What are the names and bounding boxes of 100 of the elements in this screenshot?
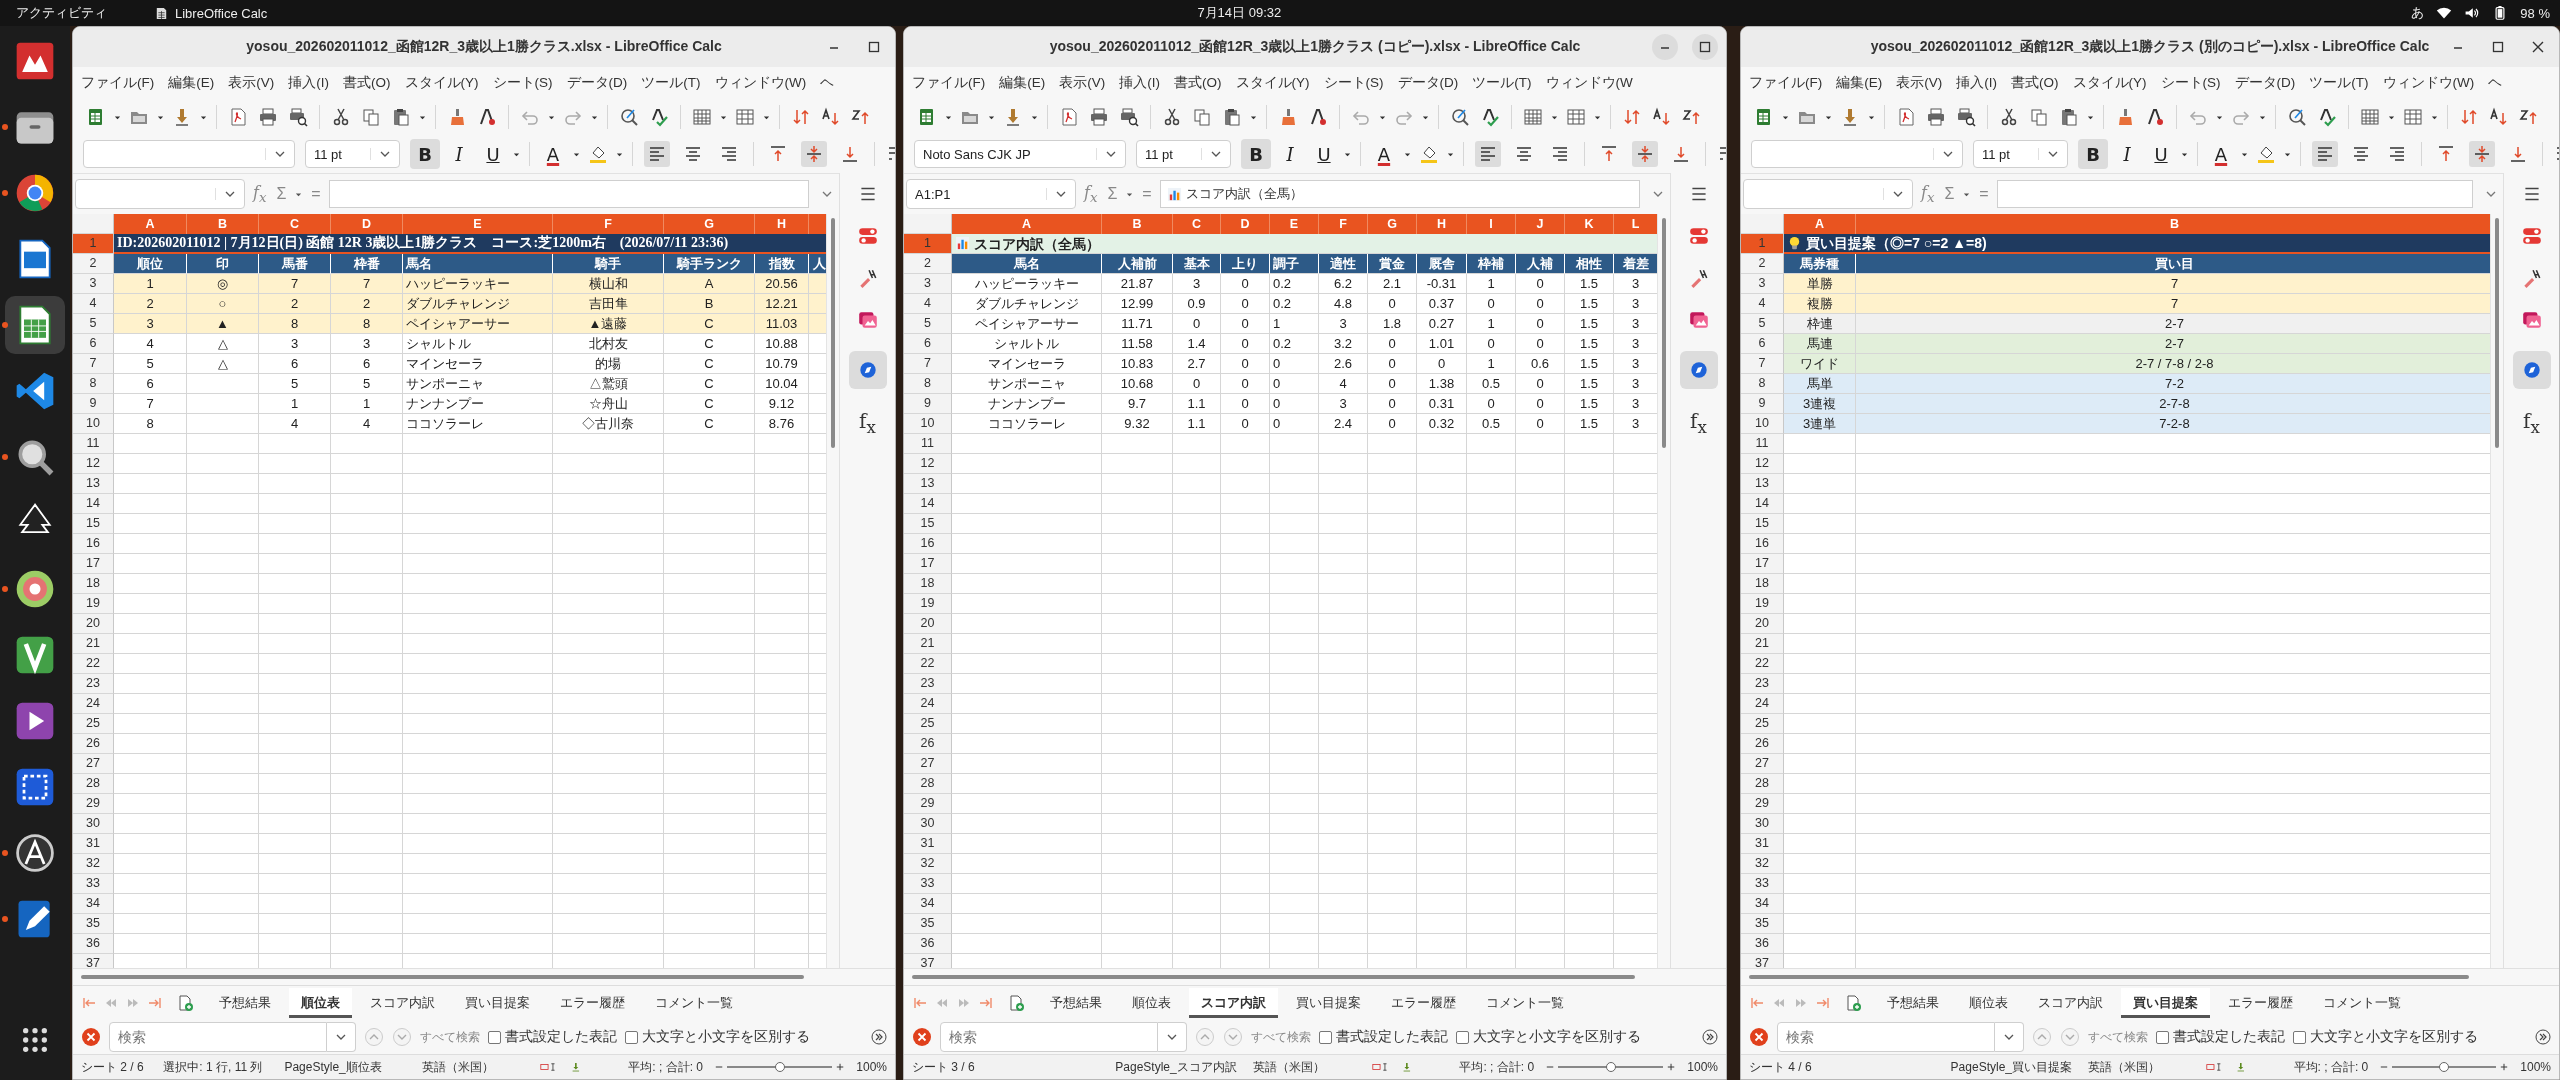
row-header[interactable]: 4	[904, 294, 952, 314]
menu-item[interactable]: 表示(V)	[228, 74, 275, 92]
zoom-level[interactable]: 100%	[2512, 1060, 2559, 1074]
row-header[interactable]: 28	[73, 774, 114, 794]
navigator-icon[interactable]	[1679, 351, 1718, 389]
zoom-thumb[interactable]	[774, 1062, 785, 1072]
align-middle-icon[interactable]	[2466, 144, 2498, 164]
row-header[interactable]: 2	[1741, 254, 1784, 274]
navigator-icon[interactable]	[2512, 351, 2551, 389]
toggle-switch-icon[interactable]	[856, 225, 879, 247]
sheet-tab[interactable]: スコア内訳	[358, 988, 447, 1018]
row-header[interactable]: 33	[73, 874, 114, 894]
row-header[interactable]: 35	[904, 914, 952, 934]
row-header[interactable]: 18	[1741, 574, 1784, 594]
gallery-icon[interactable]	[2520, 309, 2543, 331]
row-header[interactable]: 15	[73, 514, 114, 534]
italic-button[interactable]: I	[444, 139, 474, 169]
menu-item[interactable]: シート(S)	[1323, 74, 1384, 92]
row-header[interactable]: 24	[904, 694, 952, 714]
row-header[interactable]: 3	[904, 274, 952, 294]
search-field[interactable]: 検索	[109, 1022, 327, 1052]
font-name-field[interactable]: Noto Sans CJK JP	[914, 140, 1126, 168]
menu-item[interactable]: ヘ	[2488, 74, 2503, 92]
row-header[interactable]: 1	[904, 234, 952, 254]
zoom-in-icon[interactable]	[1667, 1062, 1676, 1072]
find-all-button[interactable]: すべて検索	[420, 1028, 480, 1046]
menu-item[interactable]: データ(D)	[566, 74, 628, 92]
checkbox-label[interactable]: 書式設定した表記	[505, 1028, 617, 1046]
row-header[interactable]: 18	[904, 574, 952, 594]
row-header[interactable]: 26	[1741, 734, 1784, 754]
checkbox[interactable]	[625, 1030, 638, 1044]
row-header[interactable]: 23	[1741, 674, 1784, 694]
row-header[interactable]: 6	[904, 334, 952, 354]
font-name-field[interactable]	[83, 140, 295, 168]
row-header[interactable]: 19	[73, 594, 114, 614]
row-header[interactable]: 28	[904, 774, 952, 794]
row-header[interactable]: 14	[1741, 494, 1784, 514]
row-header[interactable]: 17	[73, 554, 114, 574]
row-header[interactable]: 5	[73, 314, 114, 334]
row-header[interactable]: 24	[73, 694, 114, 714]
column-header[interactable]: G	[1368, 214, 1417, 234]
row-header[interactable]: 4	[73, 294, 114, 314]
menu-item[interactable]: 表示(V)	[1896, 74, 1943, 92]
sheet-tab[interactable]: 買い目提案	[453, 988, 542, 1018]
row-header[interactable]: 8	[904, 374, 952, 394]
more-options-icon[interactable]	[2535, 1029, 2551, 1045]
zoom-level[interactable]: 100%	[848, 1060, 895, 1074]
row-header[interactable]: 7	[73, 354, 114, 374]
search-field[interactable]: 検索	[1777, 1022, 1995, 1052]
row-header[interactable]: 4	[1741, 294, 1784, 314]
toggle-switch-icon[interactable]	[1687, 225, 1710, 247]
row-header[interactable]: 7	[904, 354, 952, 374]
row-header[interactable]: 17	[1741, 554, 1784, 574]
sheet-tab[interactable]: 買い目提案	[1284, 988, 1373, 1018]
row-header[interactable]: 9	[904, 394, 952, 414]
column-header[interactable]: D	[1221, 214, 1270, 234]
row-header[interactable]: 25	[73, 714, 114, 734]
sheet-tab[interactable]: 順位表	[1957, 988, 2020, 1018]
column-header[interactable]: A	[952, 214, 1102, 234]
row-header[interactable]: 23	[904, 674, 952, 694]
row-header[interactable]: 12	[904, 454, 952, 474]
more-options-icon[interactable]	[871, 1029, 887, 1045]
row-header[interactable]: 16	[73, 534, 114, 554]
row-header[interactable]: 11	[73, 434, 114, 454]
functions-button[interactable]: f$_{x}$	[2523, 409, 2540, 437]
font-size-field[interactable]: 11 pt	[1136, 140, 1231, 168]
column-header[interactable]: D	[331, 214, 403, 234]
sheet-tab[interactable]: スコア内訳	[1189, 988, 1278, 1018]
menu-item[interactable]: ウィンドウ(W	[1545, 74, 1633, 92]
row-header[interactable]: 13	[73, 474, 114, 494]
sheet-tab[interactable]: コメント一覧	[2311, 988, 2413, 1018]
battery-level[interactable]: 98 %	[2520, 5, 2550, 21]
functions-button[interactable]: f$_{x}$	[1690, 409, 1707, 437]
minimize-icon[interactable]	[1652, 34, 1678, 60]
menu-item[interactable]: シート(S)	[2160, 74, 2221, 92]
column-header[interactable]: C	[1173, 214, 1221, 234]
column-header[interactable]: A	[114, 214, 187, 234]
menu-item[interactable]: データ(D)	[2234, 74, 2296, 92]
row-header[interactable]: 21	[73, 634, 114, 654]
zoom-in-icon[interactable]	[2500, 1062, 2509, 1072]
row-header[interactable]: 35	[1741, 914, 1784, 934]
column-header[interactable]: E	[1270, 214, 1319, 234]
row-header[interactable]: 30	[1741, 814, 1784, 834]
row-header[interactable]: 35	[73, 914, 114, 934]
row-header[interactable]: 25	[1741, 714, 1784, 734]
bold-button[interactable]: B	[2078, 139, 2108, 169]
row-header[interactable]: 20	[1741, 614, 1784, 634]
add-sheet-icon[interactable]	[1845, 995, 1861, 1011]
row-header[interactable]: 32	[904, 854, 952, 874]
row-header[interactable]: 15	[904, 514, 952, 534]
zoom-thumb[interactable]	[2439, 1062, 2450, 1072]
menu-item[interactable]: ツール(T)	[641, 74, 701, 92]
clock[interactable]: 7月14日 09:32	[1197, 4, 1482, 22]
checkbox[interactable]	[2156, 1030, 2169, 1044]
row-header[interactable]: 19	[1741, 594, 1784, 614]
row-header[interactable]: 8	[73, 374, 114, 394]
menu-item[interactable]: ウィンドウ(W)	[2382, 74, 2475, 92]
zoom-thumb[interactable]	[1605, 1062, 1616, 1072]
row-header[interactable]: 31	[904, 834, 952, 854]
menu-item[interactable]: スタイル(Y)	[2072, 74, 2147, 92]
